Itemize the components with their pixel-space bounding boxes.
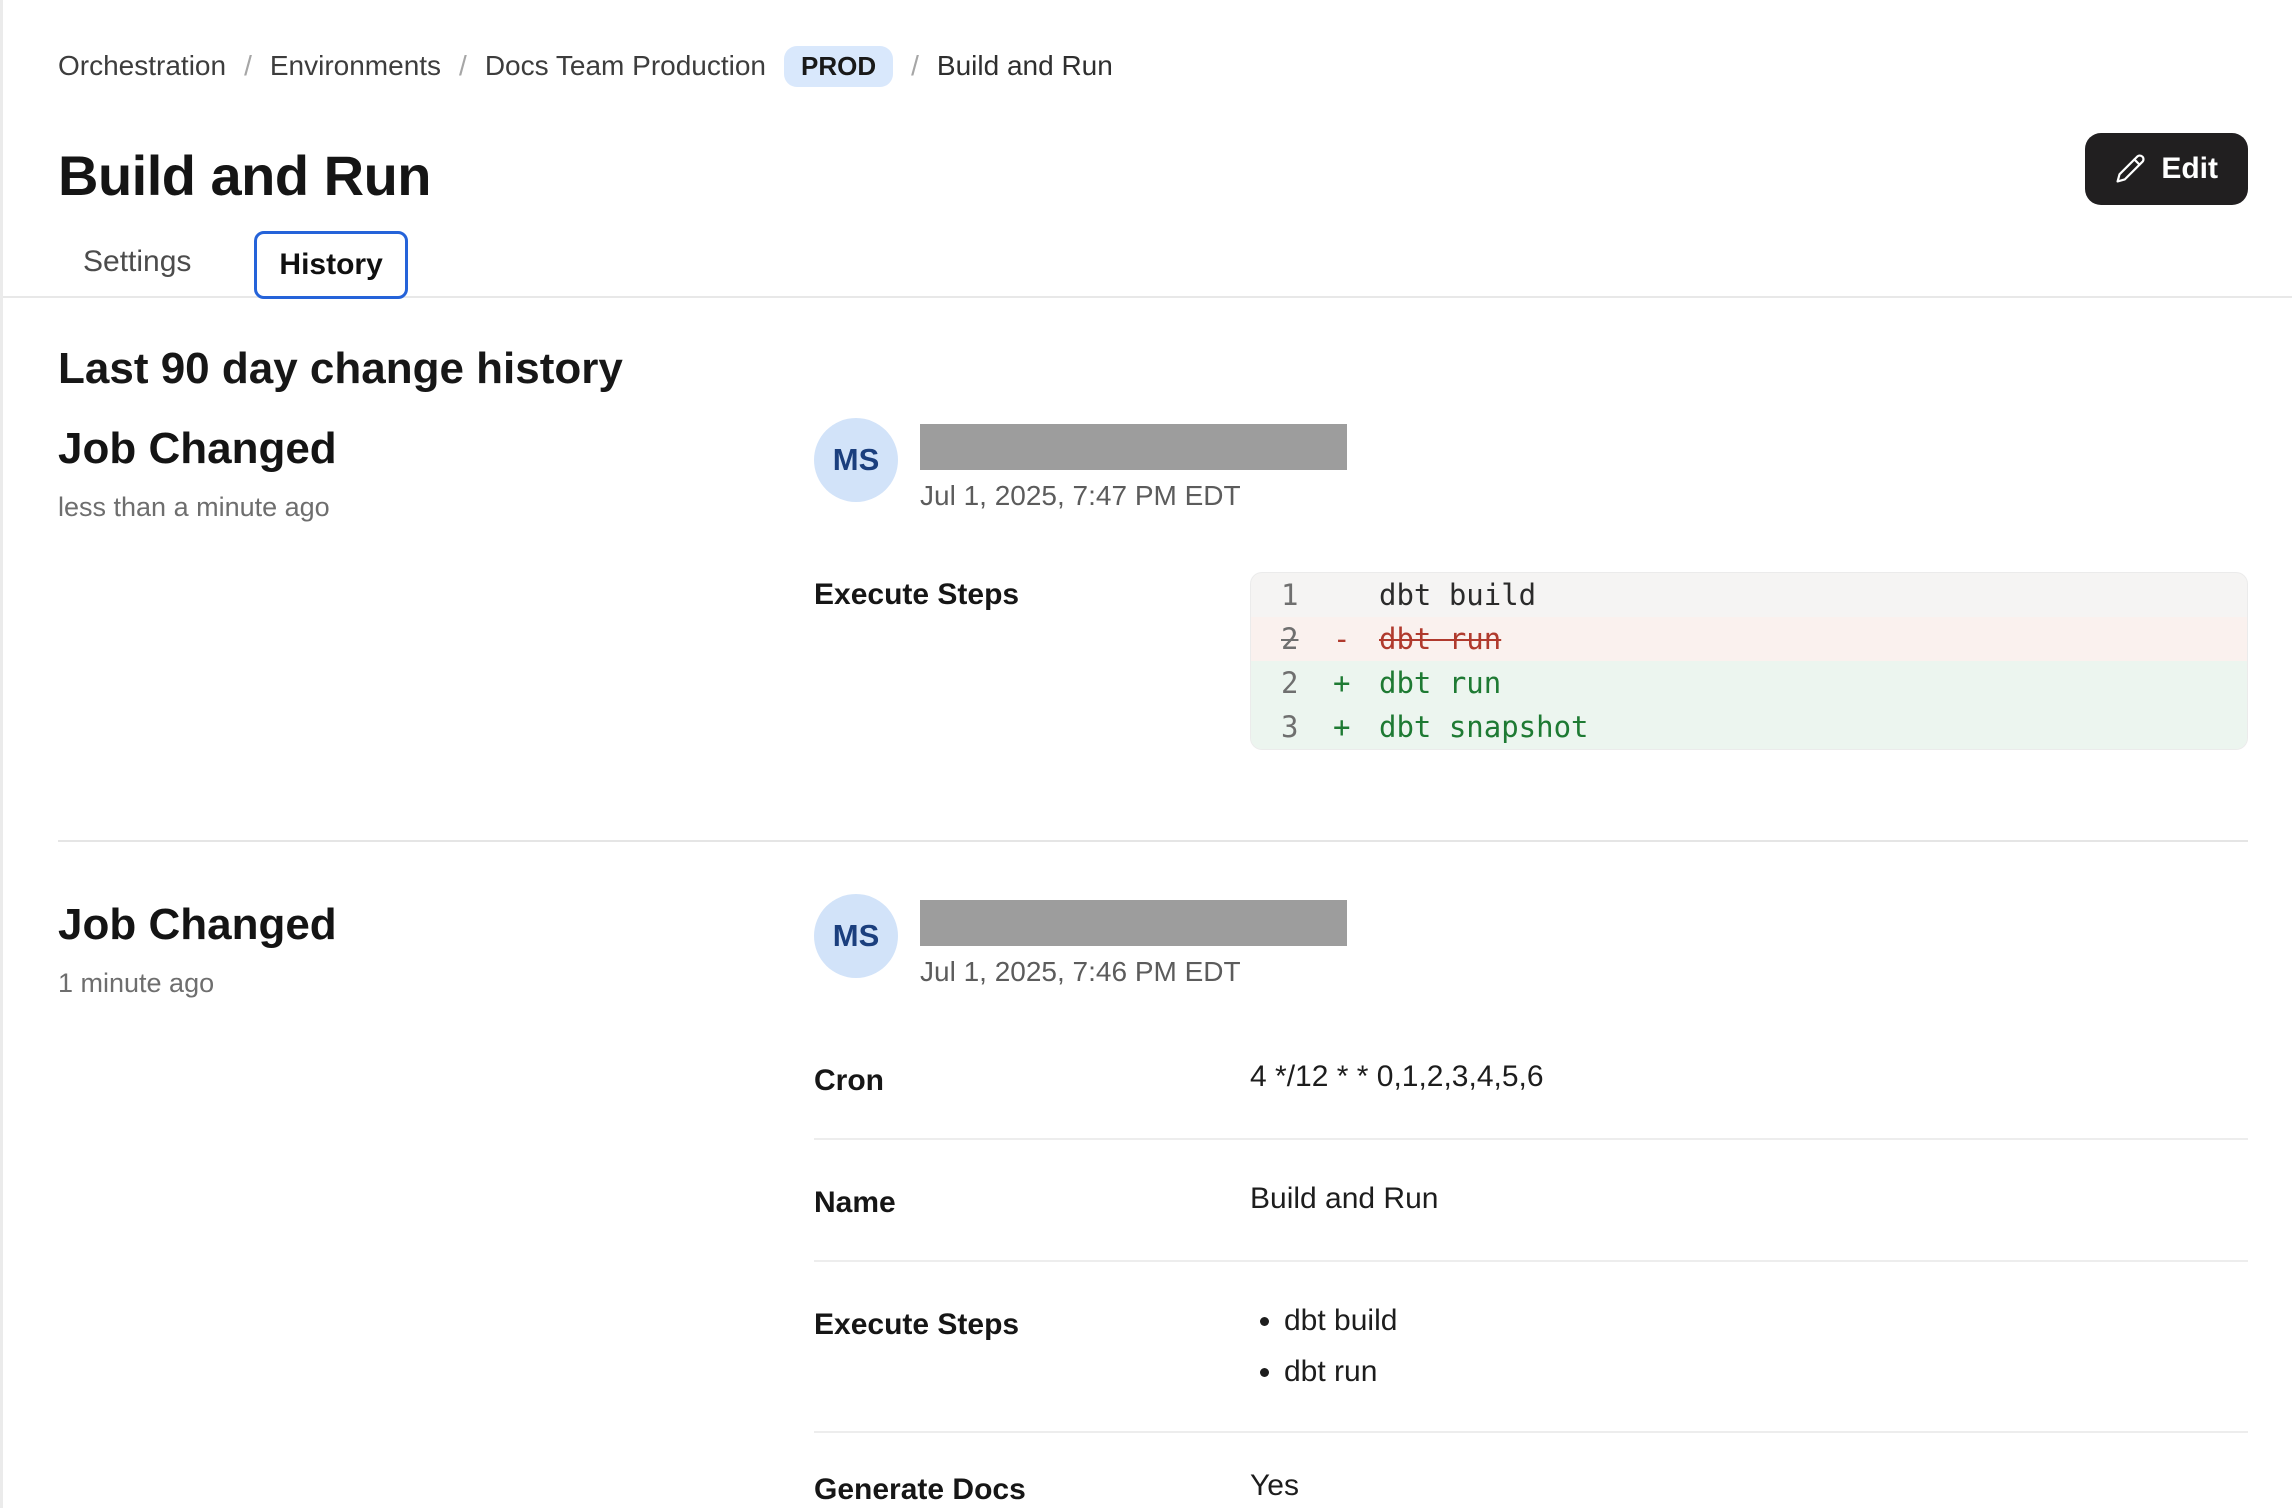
field-label: Name [814,1180,1250,1220]
breadcrumb-separator: / [459,50,467,82]
diff-line-removed: 2 -dbt run [1251,617,2247,661]
author-meta: Jul 1, 2025, 7:47 PM EDT [920,418,1347,512]
page-header: Build and Run Edit [58,143,2248,208]
field-value: 4 */12 * * 0,1,2,3,4,5,6 [1250,1058,1544,1098]
field-label: Cron [814,1058,1250,1098]
diff-code: dbt run [1379,666,1501,700]
entry-summary: Job Changed less than a minute ago [58,418,814,750]
author-meta: Jul 1, 2025, 7:46 PM EDT [920,894,1347,988]
entry-relative-time: less than a minute ago [58,492,814,523]
breadcrumb-separator: / [244,50,252,82]
tab-settings[interactable]: Settings [58,228,216,296]
execute-steps-diff-block: 1 dbt build 2 -dbt run 2 +dbt run 3 +dbt… [1250,572,2248,750]
field-label: Generate Docs [814,1467,1250,1507]
field-row-execute-steps: Execute Steps dbt build dbt run [814,1262,2248,1433]
diff-sign: + [1333,710,1379,744]
tab-bar: Settings History [3,228,2292,298]
diff-line-number: 3 [1281,710,1333,744]
page: Orchestration / Environments / Docs Team… [0,0,2292,1508]
entry-timestamp: Jul 1, 2025, 7:47 PM EDT [920,480,1347,512]
entry-detail: MS Jul 1, 2025, 7:46 PM EDT Cron 4 */12 … [814,894,2248,1508]
avatar: MS [814,894,898,978]
entry-title: Job Changed [58,424,814,474]
field-value: dbt build dbt run [1250,1302,1397,1391]
diff-line-added: 3 +dbt snapshot [1251,705,2247,749]
pencil-icon [2115,153,2146,184]
diff-line-number: 1 [1281,578,1333,612]
field-value: Yes [1250,1467,1299,1507]
execute-steps-list: dbt build dbt run [1250,1302,1397,1391]
tab-history[interactable]: History [254,231,407,299]
field-label: Execute Steps [814,572,1250,750]
list-item: dbt run [1284,1353,1397,1391]
field-row-cron: Cron 4 */12 * * 0,1,2,3,4,5,6 [814,1018,2248,1140]
entry-detail: MS Jul 1, 2025, 7:47 PM EDT Execute Step… [814,418,2248,750]
edit-button[interactable]: Edit [2085,133,2248,205]
prod-badge: PROD [784,46,893,87]
change-history-heading: Last 90 day change history [58,344,2248,394]
diff-code: dbt snapshot [1379,710,1589,744]
diff-sign: + [1333,666,1379,700]
diff-line-number: 2 [1281,666,1333,700]
diff-line-number: 2 [1281,622,1333,656]
entry-timestamp: Jul 1, 2025, 7:46 PM EDT [920,956,1347,988]
diff-line-added: 2 +dbt run [1251,661,2247,705]
breadcrumb-item-orchestration[interactable]: Orchestration [58,50,226,82]
breadcrumb-current-page: Build and Run [937,50,1113,82]
diff-code: dbt build [1379,578,1536,612]
field-row-generate-docs: Generate Docs Yes [814,1433,2248,1508]
entry-relative-time: 1 minute ago [58,968,814,999]
author-row: MS Jul 1, 2025, 7:47 PM EDT [814,418,2248,512]
diff-line-context: 1 dbt build [1251,573,2247,617]
history-entry: Job Changed less than a minute ago MS Ju… [58,394,2248,750]
field-label: Execute Steps [814,1302,1250,1391]
breadcrumb-item-environment-name[interactable]: Docs Team Production [485,50,766,82]
field-value: Build and Run [1250,1180,1438,1220]
redacted-name-bar [920,900,1347,946]
edit-button-label: Edit [2161,152,2218,186]
field-row-execute-steps: Execute Steps 1 dbt build 2 -dbt run 2 +… [814,572,2248,750]
breadcrumb-separator: / [911,50,919,82]
avatar: MS [814,418,898,502]
breadcrumb: Orchestration / Environments / Docs Team… [58,46,2248,87]
redacted-name-bar [920,424,1347,470]
diff-sign: - [1333,622,1379,656]
changed-fields-table: Cron 4 */12 * * 0,1,2,3,4,5,6 Name Build… [814,1018,2248,1508]
list-item: dbt build [1284,1302,1397,1340]
breadcrumb-item-environments[interactable]: Environments [270,50,441,82]
entry-summary: Job Changed 1 minute ago [58,894,814,1508]
field-row-name: Name Build and Run [814,1140,2248,1262]
author-row: MS Jul 1, 2025, 7:46 PM EDT [814,894,2248,988]
page-title: Build and Run [58,143,431,208]
history-entry: Job Changed 1 minute ago MS Jul 1, 2025,… [58,842,2248,1508]
diff-code: dbt run [1379,622,1501,656]
entry-title: Job Changed [58,900,814,950]
